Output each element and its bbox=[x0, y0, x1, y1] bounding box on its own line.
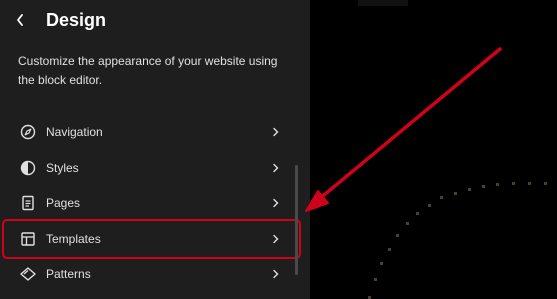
chevron-right-icon bbox=[271, 162, 281, 174]
navigation-compass-icon bbox=[19, 123, 37, 141]
chevron-right-icon bbox=[271, 268, 281, 280]
sidebar-scrollbar[interactable] bbox=[295, 165, 298, 275]
sidebar-item-label: Navigation bbox=[46, 125, 103, 139]
sidebar-item-label: Pages bbox=[46, 196, 81, 210]
page-title: Design bbox=[46, 10, 107, 30]
back-button[interactable] bbox=[10, 8, 30, 32]
chevron-right-icon bbox=[271, 233, 281, 245]
sidebar-item-label: Patterns bbox=[46, 267, 91, 281]
canvas-dotted-curve bbox=[358, 0, 547, 299]
chevron-right-icon bbox=[271, 126, 281, 138]
site-editor: Design Customize the appearance of your … bbox=[0, 0, 557, 299]
sidebar-item-pages[interactable]: Pages bbox=[4, 186, 299, 220]
sidebar-item-label: Templates bbox=[46, 232, 101, 246]
sidebar-header: Design bbox=[0, 0, 310, 40]
design-sidebar: Design Customize the appearance of your … bbox=[0, 0, 310, 299]
sidebar-description: Customize the appearance of your website… bbox=[18, 54, 278, 87]
sidebar-item-styles[interactable]: Styles bbox=[4, 151, 299, 185]
editor-canvas[interactable] bbox=[310, 0, 557, 299]
chevron-right-icon bbox=[271, 197, 281, 209]
sidebar-item-label: Styles bbox=[46, 161, 79, 175]
sidebar-item-templates[interactable]: Templates bbox=[2, 219, 301, 259]
page-icon bbox=[19, 194, 37, 212]
styles-half-circle-icon bbox=[19, 159, 37, 177]
diamond-icon bbox=[19, 265, 37, 283]
sidebar-item-patterns[interactable]: Patterns bbox=[4, 257, 299, 291]
chevron-left-icon bbox=[17, 14, 23, 26]
layout-icon bbox=[19, 230, 37, 248]
sidebar-item-navigation[interactable]: Navigation bbox=[4, 115, 299, 149]
